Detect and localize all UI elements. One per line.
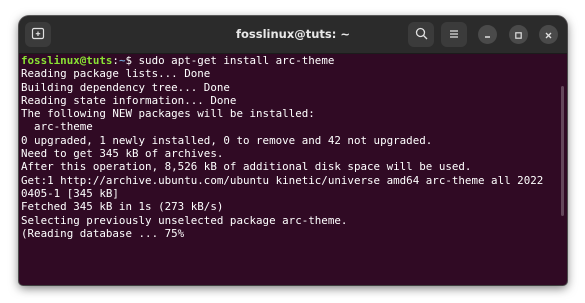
hamburger-menu-icon [448,25,460,44]
output-line: (Reading database ... 75% [21,226,185,240]
close-icon [544,25,553,44]
search-button[interactable] [408,22,434,47]
output-line: Reading state information... Done [21,93,237,107]
output-line: Need to get 345 kB of archives. [21,147,224,161]
scrollbar[interactable] [561,86,564,216]
output-line: Selecting previously unselected package … [21,213,348,227]
command-line: fosslinux@tuts:~$ sudo apt-get install a… [21,54,565,67]
menu-button[interactable] [441,22,467,47]
output-line: arc-theme [21,120,93,134]
maximize-icon [514,25,523,44]
terminal-window: fosslinux@tuts: ~ fosslinux@tuts:~$ sudo… [19,16,567,285]
output-line: Get:1 http://archive.ubuntu.com/ubuntu k… [21,173,544,187]
command-text: sudo apt-get install arc-theme [132,54,335,67]
output-line: Fetched 345 kB in 1s (273 kB/s) [21,200,224,214]
search-icon [415,25,428,44]
prompt-user-host: fosslinux@tuts [21,54,113,67]
output-line: The following NEW packages will be insta… [21,107,315,121]
minimize-button[interactable] [478,25,497,44]
output-line: 0 upgraded, 1 newly installed, 0 to remo… [21,133,433,147]
terminal-output[interactable]: fosslinux@tuts:~$ sudo apt-get install a… [19,54,567,285]
output-line: After this operation, 8,526 kB of additi… [21,160,472,174]
minimize-icon [483,25,492,44]
close-button[interactable] [539,25,558,44]
output-line: Building dependency tree... Done [21,80,230,94]
output-line: 0405-1 [345 kB] [21,186,119,200]
output-line: Reading package lists... Done [21,67,211,81]
maximize-button[interactable] [509,25,528,44]
titlebar: fosslinux@tuts: ~ [19,16,567,54]
